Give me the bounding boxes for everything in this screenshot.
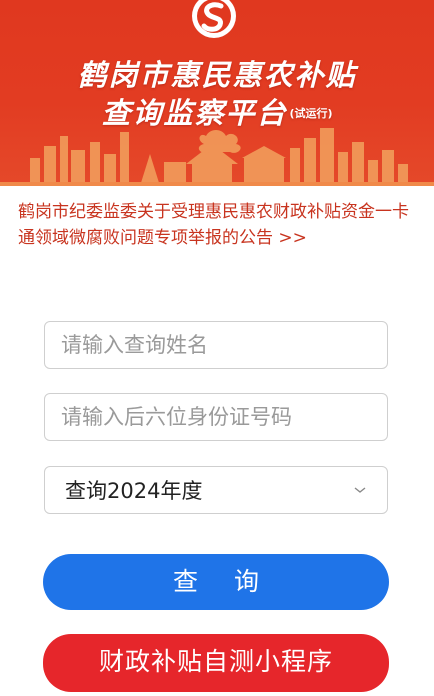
notice-link[interactable]: 鹤岗市纪委监委关于受理惠民惠农财政补贴资金一卡通领域微腐败问题专项举报的公告 >… [18,199,418,251]
chevron-down-icon [354,487,366,493]
header-banner: 鹤岗市惠民惠农补贴 查询监察平台 (试运行) [0,0,434,186]
year-select[interactable]: 查询2024年度 [44,466,388,514]
page-title: 鹤岗市惠民惠农补贴 [77,58,357,92]
name-input[interactable] [45,322,387,368]
id-field[interactable] [44,393,388,441]
logo-icon [192,0,236,38]
mini-program-button[interactable]: 财政补贴自测小程序 [43,634,389,692]
name-field[interactable] [44,321,388,369]
trial-run-label: (试运行) [289,107,333,120]
query-button[interactable]: 查 询 [43,554,389,610]
year-select-value: 查询2024年度 [65,479,203,503]
id-number-input[interactable] [45,394,387,440]
city-skyline-illustration [0,128,434,186]
